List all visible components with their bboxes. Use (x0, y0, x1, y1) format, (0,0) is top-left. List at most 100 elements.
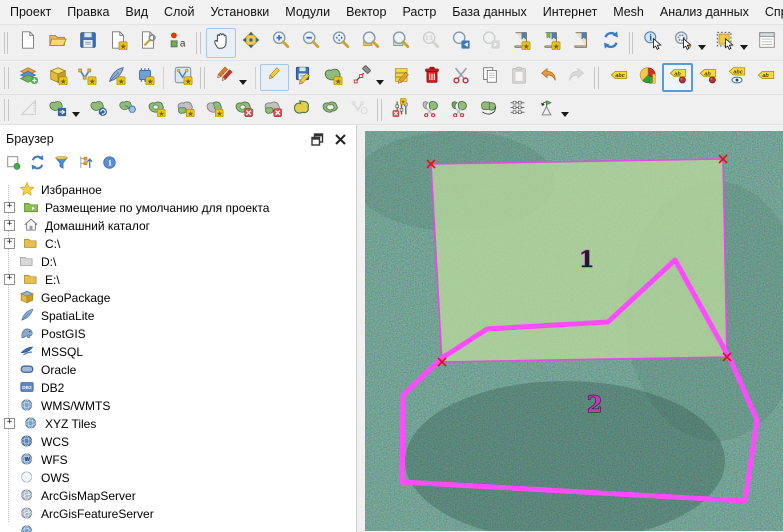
highlight-pinned-labels-button[interactable]: ab (693, 64, 722, 91)
menu-слой[interactable]: Слой (156, 2, 202, 22)
layer-labeling-options-button[interactable]: abc (604, 64, 633, 91)
delete-selected-button[interactable] (417, 64, 446, 91)
dropdown-caret-icon[interactable] (561, 112, 569, 117)
delete-part-button[interactable] (258, 96, 287, 123)
map-canvas[interactable]: 1 2 (365, 125, 783, 532)
expander-plus-icon[interactable]: + (4, 202, 15, 213)
zoom-last-button[interactable] (446, 28, 476, 58)
simplify-feature-button[interactable] (113, 96, 142, 123)
browser-item-ows[interactable]: OWS (0, 468, 356, 486)
add-part-button[interactable]: ★ (171, 96, 200, 123)
browser-item-arcgismapserver[interactable]: ArcGisMapServer (0, 486, 356, 504)
browser-item-spatialite[interactable]: SpatiaLite (0, 306, 356, 324)
new-shapefile-layer-button[interactable]: ★ (72, 64, 101, 91)
reshape-features-button[interactable] (287, 96, 316, 123)
expander-plus-icon[interactable]: + (4, 238, 15, 249)
move-feature-button[interactable] (43, 96, 72, 123)
save-layer-edits-button[interactable] (289, 64, 318, 91)
toolbar-handle[interactable] (377, 99, 382, 121)
layer-diagram-options-button[interactable] (633, 64, 662, 91)
show-spatial-bookmarks-button[interactable]: ★ (536, 28, 566, 58)
zoom-in-button[interactable] (266, 28, 296, 58)
browser-item-item[interactable] (0, 522, 356, 532)
browser-item-домашний-каталог[interactable]: +Домашний каталог (0, 216, 356, 234)
dropdown-caret-icon[interactable] (698, 45, 706, 50)
new-spatial-bookmark-button[interactable]: ★ (506, 28, 536, 58)
modify-attributes-of-selected-button[interactable] (388, 64, 417, 91)
menu-mesh[interactable]: Mesh (605, 2, 652, 22)
toolbar-handle[interactable] (594, 67, 599, 89)
zoom-full-extent-button[interactable] (326, 28, 356, 58)
open-attribute-table-button[interactable] (752, 28, 782, 58)
browser-item-postgis[interactable]: PostGIS (0, 324, 356, 342)
new-virtual-layer-button[interactable]: ★ (168, 64, 197, 91)
dropdown-caret-icon[interactable] (72, 112, 80, 117)
menu-интернет[interactable]: Интернет (535, 2, 606, 22)
menu-растр[interactable]: Растр (394, 2, 444, 22)
toolbar-handle[interactable] (4, 67, 9, 89)
expander-plus-icon[interactable]: + (4, 274, 15, 285)
show-hide-labels-button[interactable]: abc (722, 64, 751, 91)
toolbar-handle[interactable] (629, 32, 633, 54)
zoom-out-button[interactable] (296, 28, 326, 58)
browser-item-wms-wmts[interactable]: WMS/WMTS (0, 396, 356, 414)
toolbar-handle[interactable] (4, 99, 9, 121)
new-print-layout-button[interactable]: ★ (103, 28, 133, 58)
new-spatialite-layer-button[interactable]: ★ (101, 64, 130, 91)
refresh-map-button[interactable] (596, 28, 626, 58)
menu-модули[interactable]: Модули (277, 2, 338, 22)
rotate-point-symbols-button[interactable] (532, 96, 561, 123)
collapse-all-button[interactable] (76, 156, 94, 174)
vertex-tool-button[interactable] (347, 64, 376, 91)
new-geopackage-layer-button[interactable]: ★ (43, 64, 72, 91)
browser-item-geopackage[interactable]: GeoPackage (0, 288, 356, 306)
pan-map-button[interactable] (206, 28, 236, 58)
show-bookmark-manager-button[interactable] (566, 28, 596, 58)
show-layout-manager-button[interactable] (133, 28, 163, 58)
browser-properties-button[interactable]: i (100, 156, 118, 174)
filter-browser-button[interactable] (52, 156, 70, 174)
refresh-browser-button[interactable] (28, 156, 46, 174)
browser-item-db2[interactable]: DB2DB2 (0, 378, 356, 396)
browser-item-xyz-tiles[interactable]: +XYZ Tiles (0, 414, 356, 432)
add-polygon-feature-button[interactable]: ★ (318, 64, 347, 91)
current-edits-button[interactable] (210, 64, 239, 91)
cut-features-button[interactable] (446, 64, 475, 91)
save-project-button[interactable] (73, 28, 103, 58)
add-selected-layers-button[interactable] (4, 156, 22, 174)
menu-проект[interactable]: Проект (2, 2, 59, 22)
run-feature-action-button[interactable] (668, 28, 698, 58)
undo-button[interactable] (533, 64, 562, 91)
browser-item-mssql[interactable]: MSSQL (0, 342, 356, 360)
float-panel-button[interactable] (309, 131, 325, 147)
browser-item-e[interactable]: +E:\ (0, 270, 356, 288)
toggle-editing-button[interactable] (260, 64, 289, 91)
expander-plus-icon[interactable]: + (4, 418, 15, 429)
browser-item-размещение-по-умолчанию-для-проекта[interactable]: +Размещение по умолчанию для проекта (0, 198, 356, 216)
browser-item-c[interactable]: +C:\ (0, 234, 356, 252)
panel-splitter[interactable] (357, 125, 365, 532)
menu-база-данных[interactable]: База данных (444, 2, 534, 22)
close-panel-button[interactable] (332, 131, 348, 147)
menu-вектор[interactable]: Вектор (338, 2, 394, 22)
menu-правка[interactable]: Правка (59, 2, 117, 22)
rotate-feature-button[interactable] (84, 96, 113, 123)
browser-item-избранное[interactable]: Избранное (0, 180, 356, 198)
pan-to-selection-button[interactable] (236, 28, 266, 58)
menu-вид[interactable]: Вид (117, 2, 156, 22)
browser-item-arcgisfeatureserver[interactable]: ArcGisFeatureServer (0, 504, 356, 522)
browser-item-oracle[interactable]: Oracle (0, 360, 356, 378)
add-ring-button[interactable]: ★ (142, 96, 171, 123)
new-project-button[interactable] (13, 28, 43, 58)
toolbar-handle[interactable] (200, 67, 205, 89)
copy-features-button[interactable] (475, 64, 504, 91)
menu-справка[interactable]: Справка (757, 2, 783, 22)
data-source-manager-button[interactable] (14, 64, 43, 91)
zoom-to-layer-button[interactable] (386, 28, 416, 58)
split-parts-button[interactable] (445, 96, 474, 123)
expander-plus-icon[interactable]: + (4, 220, 15, 231)
fill-ring-button[interactable]: ★ (200, 96, 229, 123)
select-features-button[interactable] (710, 28, 740, 58)
menu-установки[interactable]: Установки (202, 2, 277, 22)
split-features-tool-button[interactable] (416, 96, 445, 123)
